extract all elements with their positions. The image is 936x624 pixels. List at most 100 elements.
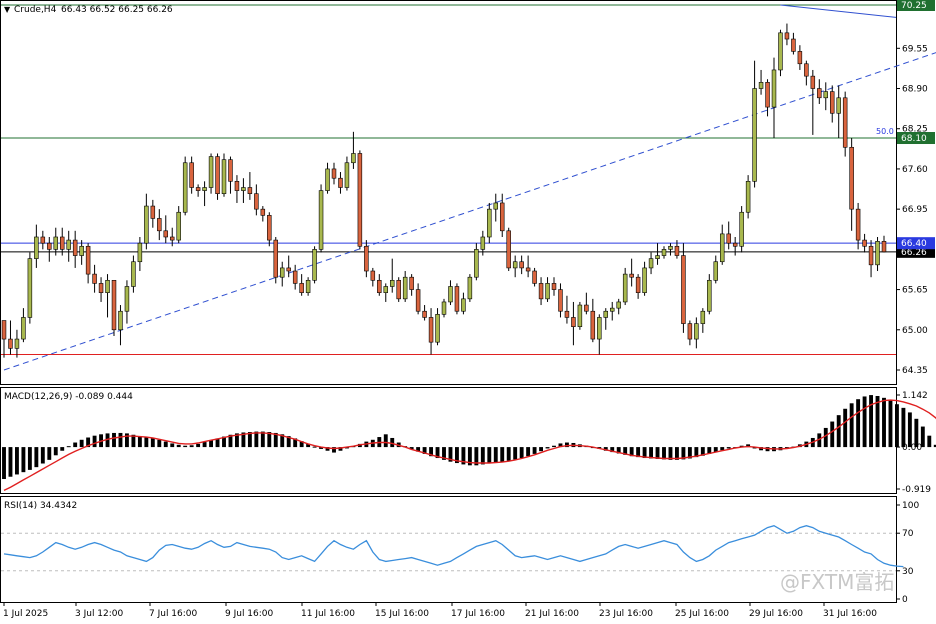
- candle-body: [823, 91, 829, 99]
- candle-body: [202, 187, 207, 191]
- macd-label: MACD(12,26,9) -0.089 0.444: [4, 392, 133, 402]
- candle-body: [131, 261, 136, 287]
- macd-bar: [34, 447, 39, 468]
- macd-bar: [927, 435, 932, 448]
- candle-body: [59, 236, 65, 250]
- candle-body: [383, 286, 389, 293]
- macd-bar: [176, 444, 181, 448]
- macd-bar: [383, 434, 388, 448]
- candle-body: [435, 314, 440, 343]
- macd-bar: [662, 447, 666, 460]
- candle-body: [532, 270, 537, 284]
- time-tick-label: 25 Jul 16:00: [675, 609, 729, 619]
- candle-body: [144, 205, 149, 244]
- candle-body: [415, 289, 421, 312]
- macd-bar: [649, 447, 653, 459]
- candle-body: [1, 320, 7, 340]
- candle-body: [47, 242, 52, 250]
- candle-body: [344, 162, 350, 188]
- macd-bar: [895, 404, 899, 448]
- time-tick-label: 17 Jul 16:00: [451, 609, 505, 619]
- candle-body: [357, 153, 363, 247]
- macd-bar: [901, 407, 906, 448]
- time-tick-label: 1 Jul 2025: [3, 609, 48, 619]
- candle-body: [92, 273, 97, 284]
- candle-body: [784, 32, 790, 40]
- price-badge-label: 66.40: [901, 239, 927, 249]
- candle-body: [881, 241, 887, 253]
- macd-bar: [209, 440, 213, 448]
- candle-body: [53, 236, 59, 250]
- candle-body: [325, 168, 330, 191]
- macd-bar: [254, 431, 259, 448]
- candle-body: [493, 202, 499, 210]
- candle-body: [331, 168, 337, 179]
- candle-body: [681, 255, 686, 324]
- macd-bar: [73, 442, 78, 448]
- candle-body: [377, 279, 382, 293]
- candle-body: [105, 279, 110, 293]
- time-tick-label: 21 Jul 16:00: [525, 609, 579, 619]
- symbol-label: Crude,H4: [14, 5, 57, 15]
- candle-body: [14, 338, 20, 349]
- candle-body: [480, 236, 486, 250]
- macd-bar: [519, 447, 524, 459]
- candle-body: [603, 310, 609, 318]
- candle-body: [364, 245, 369, 272]
- candle-body: [506, 230, 511, 269]
- candle-body: [279, 267, 285, 278]
- time-tick-label: 3 Jul 12:00: [75, 609, 124, 619]
- candle-body: [189, 162, 194, 188]
- candle-body: [98, 283, 104, 293]
- macd-bar: [27, 447, 32, 470]
- candle-body: [169, 236, 175, 241]
- candle-body: [868, 245, 874, 266]
- rsi-tick-label: 70: [902, 529, 914, 539]
- symbol-dropdown-icon[interactable]: ▼: [4, 5, 11, 14]
- candle-body: [150, 205, 156, 219]
- macd-bar: [843, 408, 848, 448]
- candle-body: [804, 63, 809, 77]
- candle-body: [137, 242, 143, 263]
- macd-bar: [655, 447, 660, 459]
- candle-body: [228, 159, 233, 182]
- macd-bar: [500, 447, 505, 462]
- macd-bar: [202, 442, 207, 448]
- price-tick-label: 65.00: [902, 326, 928, 336]
- macd-bar: [189, 445, 194, 448]
- macd-bar: [60, 447, 65, 451]
- candle-body: [842, 97, 848, 148]
- candle-body: [163, 230, 169, 238]
- macd-bar: [869, 395, 873, 448]
- macd-bar: [66, 446, 71, 448]
- candle-body: [402, 276, 408, 300]
- candle-body: [655, 255, 660, 259]
- candle-body: [254, 193, 259, 210]
- candle-body: [629, 273, 634, 278]
- candle-body: [111, 279, 117, 331]
- candle-body: [616, 301, 621, 309]
- candle-body: [642, 267, 647, 293]
- candle-body: [157, 218, 162, 232]
- macd-bar: [21, 447, 26, 473]
- price-tick-label: 68.90: [902, 85, 928, 95]
- macd-bar: [150, 437, 155, 448]
- candle-body: [241, 187, 246, 191]
- candle-body: [292, 270, 298, 284]
- candle-body: [752, 88, 757, 182]
- candle-body: [299, 283, 304, 293]
- candle-body: [409, 276, 414, 290]
- macd-bar: [830, 421, 835, 448]
- macd-tick-label: 1.142: [902, 391, 928, 401]
- price-tick-label: 66.95: [902, 205, 928, 215]
- candle-body: [247, 187, 253, 194]
- macd-bar: [506, 447, 511, 461]
- macd-bar: [312, 446, 317, 448]
- macd-bar: [196, 443, 201, 448]
- candle-body: [765, 82, 770, 108]
- rsi-panel-frame: [0, 496, 897, 603]
- macd-bar: [170, 443, 175, 448]
- candle-body: [428, 317, 434, 343]
- candle-body: [40, 236, 46, 244]
- candle-body: [758, 82, 764, 89]
